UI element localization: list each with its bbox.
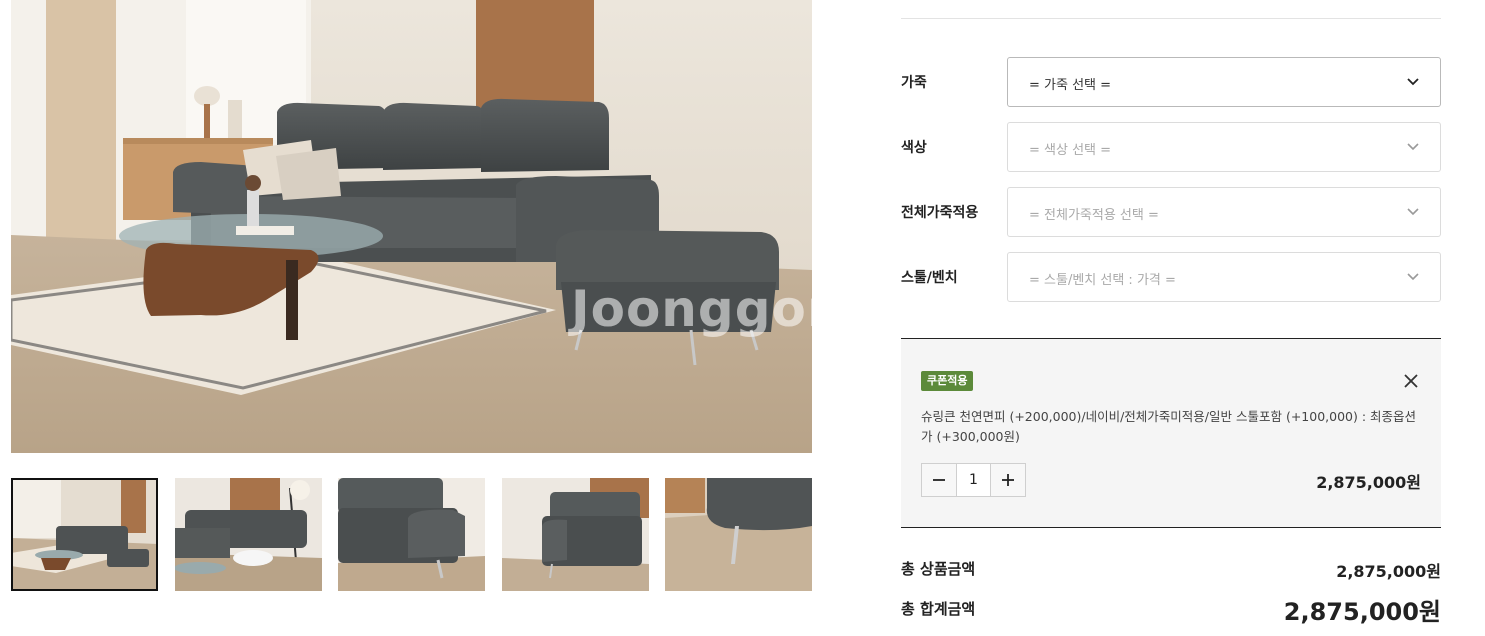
chevron-down-icon bbox=[1407, 143, 1419, 151]
chevron-down-icon bbox=[1407, 78, 1419, 86]
thumbnail-image bbox=[338, 478, 485, 591]
quantity-input[interactable]: 1 bbox=[956, 464, 991, 496]
thumbnail-image bbox=[502, 478, 649, 591]
chevron-down-icon bbox=[1407, 208, 1419, 216]
thumbnail-4[interactable] bbox=[502, 478, 649, 591]
selected-option-price: 2,875,000원 bbox=[1316, 473, 1421, 492]
decrease-button[interactable] bbox=[922, 464, 956, 496]
chevron-down-icon bbox=[1407, 273, 1419, 281]
plus-icon bbox=[1002, 474, 1014, 486]
thumbnail-image bbox=[665, 478, 812, 591]
sofa-scene-illustration bbox=[11, 0, 812, 453]
option-label: 전체가죽적용 bbox=[901, 205, 979, 221]
grand-total-row: 총 합계금액 2,875,000원 bbox=[901, 592, 1441, 628]
thumbnail-1[interactable] bbox=[11, 478, 158, 591]
coupon-badge: 쿠폰적용 bbox=[921, 371, 974, 391]
close-icon[interactable] bbox=[1403, 373, 1419, 389]
thumbnail-5[interactable] bbox=[665, 478, 812, 591]
total-product-value: 2,875,000원 bbox=[1336, 562, 1441, 581]
option-panel: 가죽 = 가죽 선택 = 색상 = 색상 선택 = 전체가죽적용 = 전체가죽적… bbox=[901, 0, 1441, 636]
total-product-label: 총 상품금액 bbox=[901, 560, 976, 578]
leather-select[interactable]: = 가죽 선택 = bbox=[1007, 57, 1441, 107]
stool-bench-select[interactable]: = 스툴/벤치 선택 : 가격 = bbox=[1007, 252, 1441, 302]
option-label: 색상 bbox=[901, 140, 927, 156]
select-placeholder: = 전체가죽적용 선택 = bbox=[1029, 208, 1159, 223]
option-label: 스툴/벤치 bbox=[901, 270, 958, 286]
thumbnail-strip bbox=[11, 478, 812, 592]
main-product-image: Joonggon bbox=[11, 0, 812, 453]
watermark-text: Joonggon bbox=[571, 280, 812, 338]
select-placeholder: = 스툴/벤치 선택 : 가격 = bbox=[1029, 273, 1176, 288]
selected-option-box: 쿠폰적용 슈링큰 천연면피 (+200,000)/네이비/전체가죽미적용/일반 … bbox=[901, 338, 1441, 528]
option-row-stool: 스툴/벤치 = 스툴/벤치 선택 : 가격 = bbox=[901, 252, 1441, 302]
thumbnail-image bbox=[11, 478, 158, 591]
grand-total-label: 총 합계금액 bbox=[901, 600, 976, 618]
option-row-full-leather: 전체가죽적용 = 전체가죽적용 선택 = bbox=[901, 187, 1441, 237]
option-row-color: 색상 = 색상 선택 = bbox=[901, 122, 1441, 172]
minus-icon bbox=[933, 479, 945, 481]
full-leather-select[interactable]: = 전체가죽적용 선택 = bbox=[1007, 187, 1441, 237]
thumbnail-image bbox=[175, 478, 322, 591]
quantity-stepper: 1 bbox=[921, 463, 1026, 497]
thumbnail-2[interactable] bbox=[175, 478, 322, 591]
grand-total-value: 2,875,000원 bbox=[1283, 598, 1441, 626]
thumbnail-3[interactable] bbox=[338, 478, 485, 591]
option-row-leather: 가죽 = 가죽 선택 = bbox=[901, 57, 1441, 107]
select-placeholder: = 가죽 선택 = bbox=[1029, 78, 1112, 93]
option-label: 가죽 bbox=[901, 75, 927, 91]
select-placeholder: = 색상 선택 = bbox=[1029, 143, 1112, 158]
total-product-row: 총 상품금액 2,875,000원 bbox=[901, 556, 1441, 581]
color-select[interactable]: = 색상 선택 = bbox=[1007, 122, 1441, 172]
selected-option-description: 슈링큰 천연면피 (+200,000)/네이비/전체가죽미적용/일반 스툴포함 … bbox=[921, 409, 1417, 444]
increase-button[interactable] bbox=[991, 464, 1025, 496]
divider bbox=[901, 18, 1441, 19]
